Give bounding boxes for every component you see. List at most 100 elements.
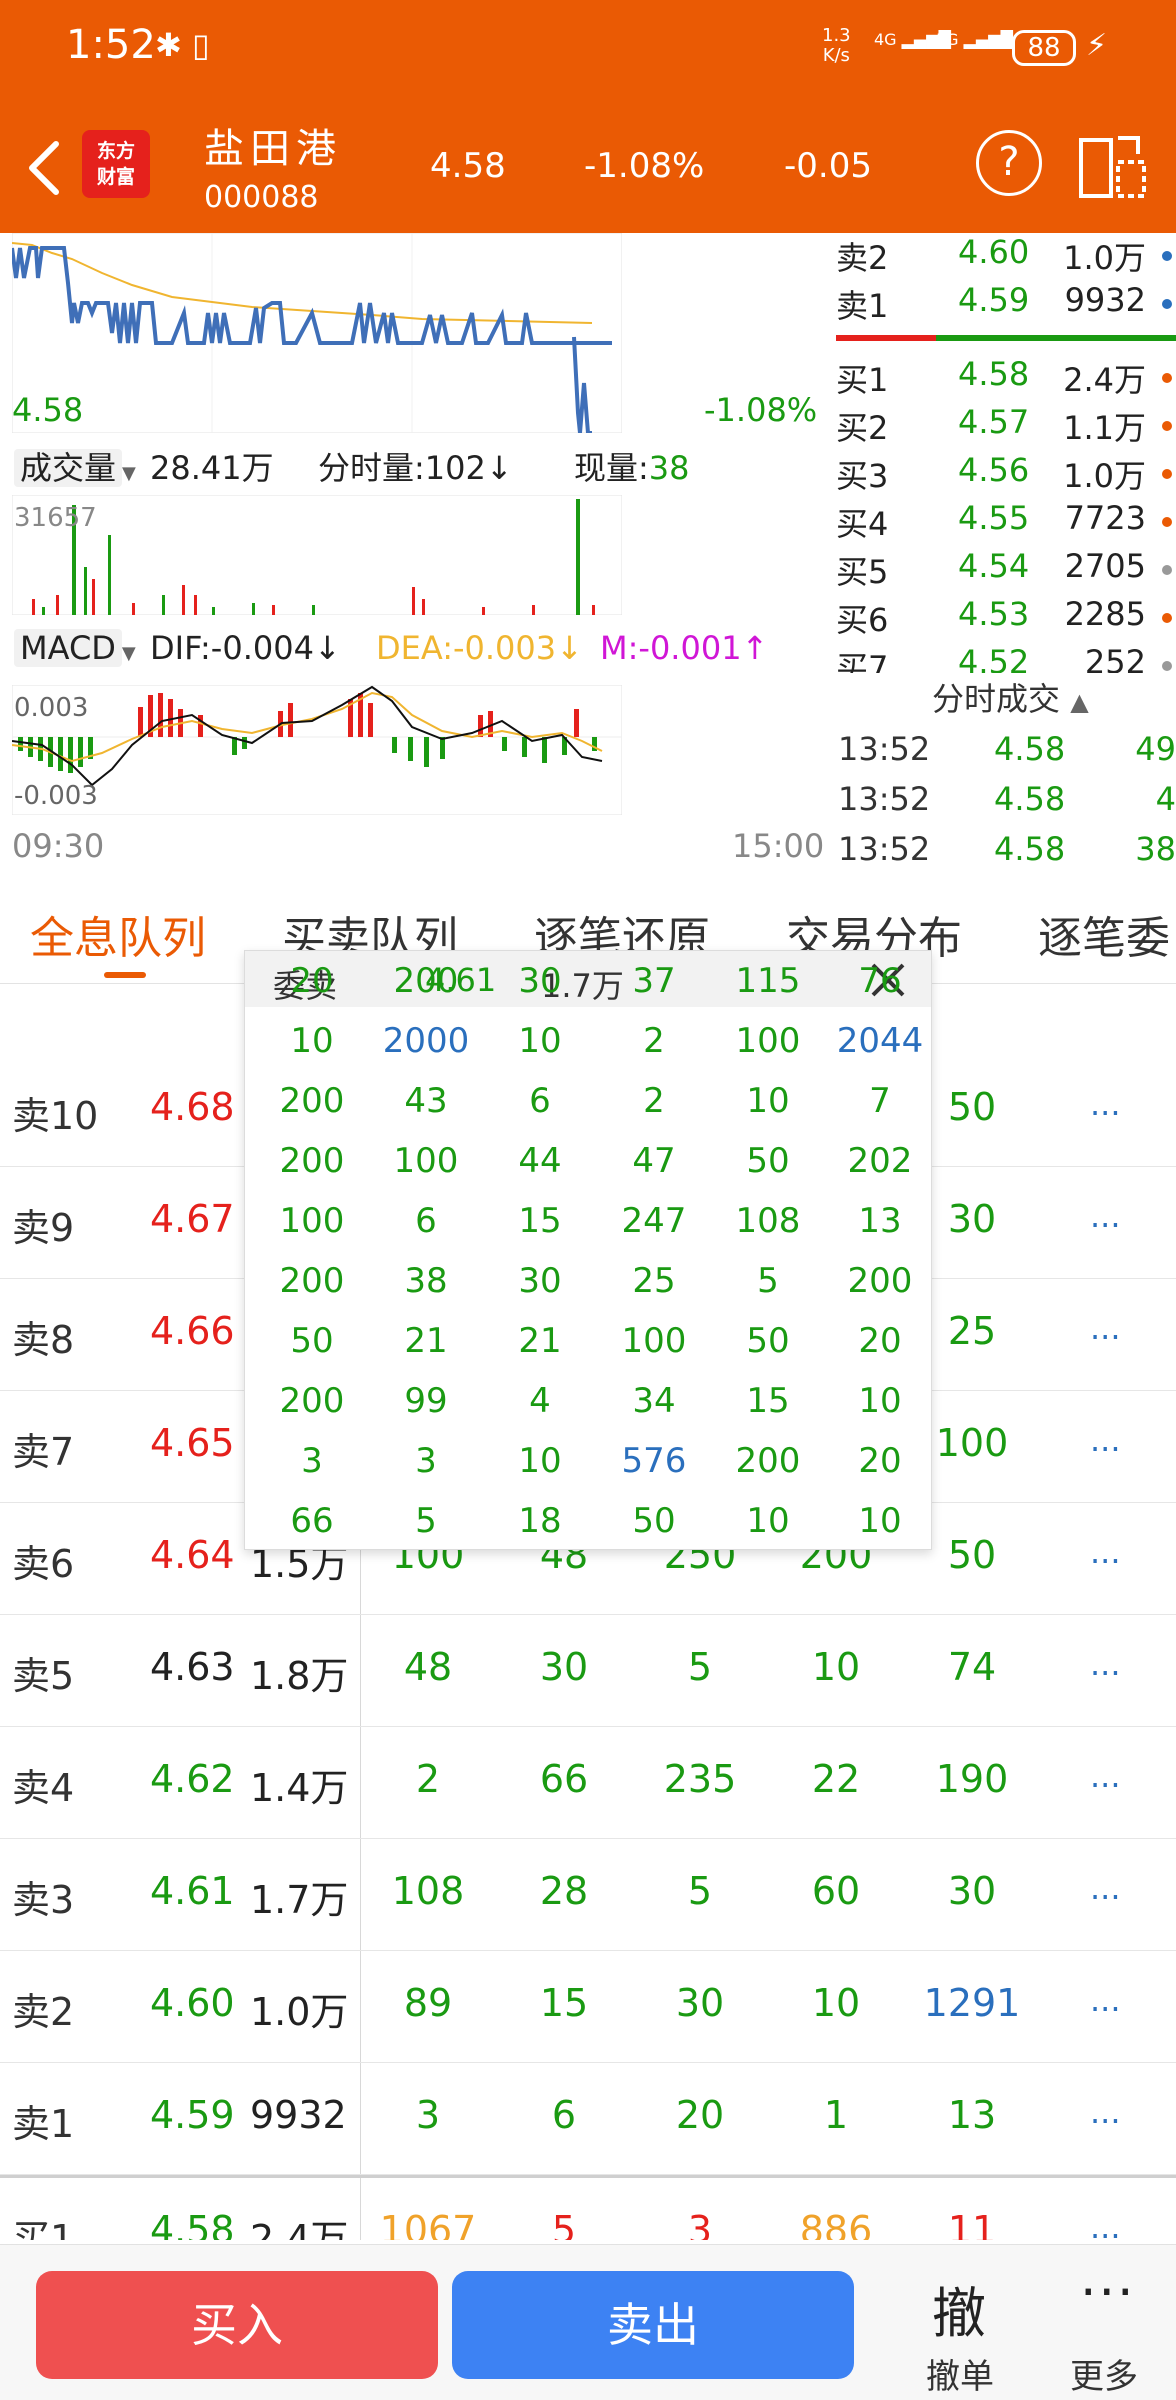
popup-cell: 47 [632, 1141, 676, 1181]
row-amount: 1.7万 [250, 1878, 349, 1922]
row-more-button[interactable]: ... [1090, 1533, 1121, 1571]
table-row[interactable]: 卖3 4.61 1.7万 108 28 5 60 30... [0, 1839, 1176, 1951]
queue-cell: 20 [675, 2093, 725, 2137]
popup-cell: 2044 [836, 1021, 924, 1061]
popup-cell: 20 [858, 1321, 902, 1361]
order-book-row: 卖1 4.59 9932 [836, 281, 1176, 329]
row-more-button[interactable]: ... [1090, 1309, 1121, 1347]
help-icon[interactable]: ? [976, 130, 1042, 196]
row-more-button[interactable]: ... [1090, 1757, 1121, 1795]
current-volume: 现量:38 [574, 443, 690, 489]
ob-label: 买1 [836, 361, 889, 399]
row-price: 4.65 [150, 1421, 235, 1465]
queue-cell: 5 [551, 2208, 577, 2240]
queue-cell: 30 [539, 1645, 589, 1689]
tab-full-queue[interactable]: 全息队列 [30, 902, 206, 966]
price-line-chart [12, 233, 622, 433]
row-more-button[interactable]: ... [1090, 1869, 1121, 1907]
row-label: 卖7 [12, 1430, 75, 1474]
macd-chart [12, 685, 622, 815]
queue-cell: 74 [947, 1645, 997, 1689]
popup-cell: 3 [415, 1441, 437, 1481]
volume-selector-label: 成交量 [14, 449, 123, 487]
row-label: 卖5 [12, 1654, 75, 1698]
status-bar: 1:52 ✱ ▯ 1.3 K/s 4G ▂▄▆█ 5G ▂▄▆█ 88 ⚡ [0, 0, 1176, 100]
current-volume-label: 现量: [574, 449, 649, 487]
more-label[interactable]: 更多 [1070, 2349, 1138, 2398]
popup-cell: 50 [632, 1501, 676, 1541]
logo-text-1: 东方 [96, 140, 135, 162]
row-price: 4.66 [150, 1309, 235, 1353]
row-more-button[interactable]: ... [1090, 1645, 1121, 1683]
tick-trades-toggle[interactable]: 分时成交 ▲ [932, 674, 1089, 720]
row-label: 卖2 [12, 1990, 75, 2034]
row-more-button[interactable]: ... [1090, 2093, 1121, 2131]
row-amount: 1.8万 [250, 1654, 349, 1698]
popup-cell: 10 [746, 1081, 790, 1121]
row-more-button[interactable]: ... [1090, 1085, 1121, 1123]
table-row[interactable]: 卖4 4.62 1.4万 2 66 235 22 190... [0, 1727, 1176, 1839]
popup-cell: 25 [632, 1261, 676, 1301]
queue-cell: 60 [811, 1869, 861, 1913]
time-end: 15:00 [732, 827, 825, 865]
more-icon[interactable]: ··· [1080, 2263, 1136, 2323]
volume-selector[interactable]: 成交量 ▼ [14, 443, 136, 489]
popup-cell: 21 [518, 1321, 562, 1361]
tick-price: 4.58 [994, 780, 1066, 818]
intraday-chart[interactable]: 4.58 -1.08% 成交量 ▼ 28.41万 分时量:102↓ 现量:38 3… [0, 233, 832, 873]
row-more-button[interactable]: ... [1090, 1981, 1121, 2019]
cancel-order-label[interactable]: 撤单 [926, 2349, 994, 2398]
ob-label: 买4 [836, 505, 889, 543]
row-price: 4.62 [150, 1757, 235, 1801]
popup-cell: 20 [290, 961, 334, 1001]
ob-volume: 9932 [1064, 281, 1146, 319]
queue-cell: 3 [415, 2093, 441, 2137]
popup-cell: 76 [858, 961, 902, 1001]
tick-trades[interactable]: 分时成交 ▲ 13:52 4.58 49 13:52 4.58 4 13:52 … [836, 670, 1176, 880]
macd-selector[interactable]: MACD ▼ [14, 629, 136, 667]
ob-volume: 7723 [1064, 499, 1146, 537]
order-book[interactable]: 卖2 4.60 1.0万 卖1 4.59 9932 买1 4.58 2.4万 买… [836, 233, 1176, 673]
row-more-button[interactable]: ... [1090, 1197, 1121, 1235]
table-row[interactable]: 卖1 4.59 9932 3 6 20 1 13... [0, 2063, 1176, 2175]
queue-cell: 66 [539, 1757, 589, 1801]
sell-button[interactable]: 卖出 [452, 2271, 854, 2379]
popup-cell: 6 [529, 1081, 551, 1121]
popup-cell: 44 [518, 1141, 562, 1181]
popup-cell: 2 [643, 1021, 665, 1061]
tab-tick-orders[interactable]: 逐笔委 [1038, 902, 1170, 966]
queue-cell: 25 [947, 1309, 997, 1353]
queue-cell: 3 [687, 2208, 713, 2240]
table-row[interactable]: 卖2 4.60 1.0万 89 15 30 10 1291... [0, 1951, 1176, 2063]
chevron-down-icon: ▼ [121, 643, 136, 664]
cancel-order-icon[interactable]: 撤 [932, 2269, 986, 2348]
macd-bottom-label: -0.003 [14, 781, 98, 811]
popup-cell: 10 [858, 1381, 902, 1421]
back-icon[interactable] [22, 138, 72, 198]
popup-cell: 10 [746, 1501, 790, 1541]
buy-button[interactable]: 买入 [36, 2271, 438, 2379]
row-more-button[interactable]: ... [1090, 1421, 1121, 1459]
queue-cell: 30 [947, 1197, 997, 1241]
queue-cell: 10 [811, 1645, 861, 1689]
row-label: 卖1 [12, 2102, 75, 2146]
ob-volume: 2285 [1064, 595, 1146, 633]
battery-icon: 88 [1012, 30, 1076, 66]
popup-cell: 30 [518, 961, 562, 1001]
popup-cell: 99 [404, 1381, 448, 1421]
volume-bar-chart [12, 495, 622, 615]
order-book-row: 买6 4.53 2285 [836, 595, 1176, 643]
ob-label: 买5 [836, 553, 889, 591]
popup-cell: 200 [393, 961, 459, 1001]
table-row[interactable]: 买1 4.58 2.4万 1067 5 3 886 11... [0, 2175, 1176, 2240]
row-more-button[interactable]: ... [1090, 2208, 1121, 2240]
queue-cell: 108 [391, 1869, 465, 1913]
macd-dif: DIF:-0.004↓ [150, 629, 341, 667]
layout-switch-icon[interactable] [1078, 132, 1148, 198]
popup-cell: 43 [404, 1081, 448, 1121]
table-row[interactable]: 卖5 4.63 1.8万 48 30 5 10 74... [0, 1615, 1176, 1727]
charging-icon: ⚡ [1086, 28, 1108, 63]
order-queue-popup[interactable]: 委卖 4.61 1.7万 20 200 30 37 115 76 10 2000 10 2 100 2… [244, 950, 932, 1550]
tick-price: 4.58 [994, 830, 1066, 868]
ob-volume: 1.0万 [1063, 457, 1146, 495]
